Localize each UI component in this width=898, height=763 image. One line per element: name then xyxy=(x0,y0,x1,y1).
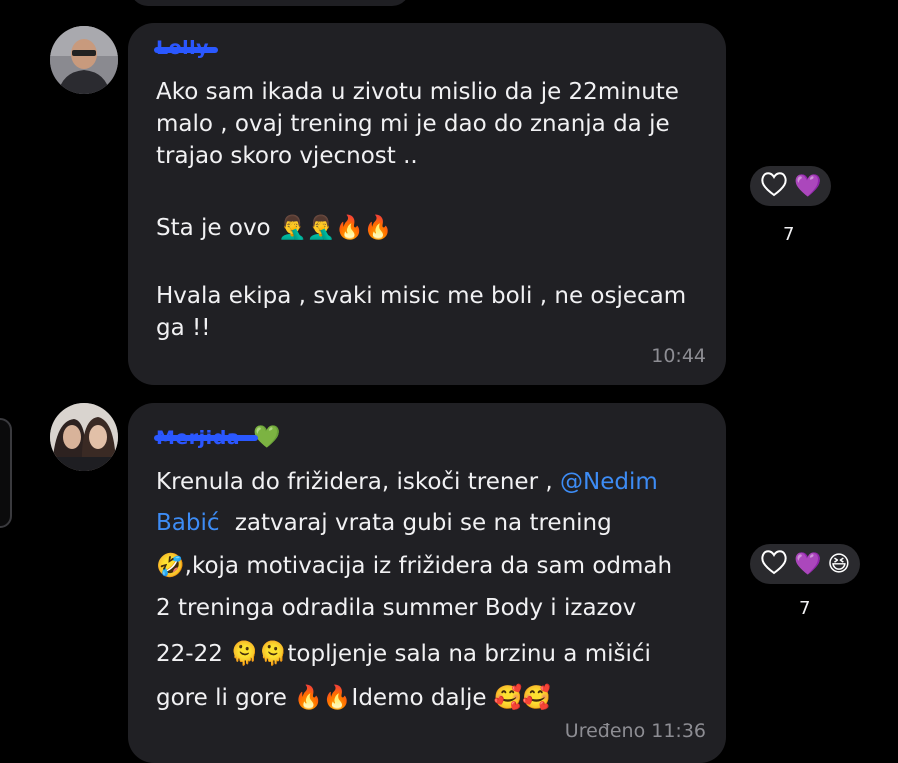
sender-name-redaction xyxy=(154,47,218,53)
reaction-count: 7 xyxy=(783,224,795,245)
reaction-count: 7 xyxy=(799,598,811,619)
heart-outline-icon[interactable] xyxy=(760,171,788,201)
reaction-bar[interactable]: 💜 xyxy=(750,166,832,206)
message-text-line: Hvala ekipa , svaki misic me boli , ne o… xyxy=(156,283,687,309)
panel-resize-handle[interactable] xyxy=(0,418,12,528)
message-bubble[interactable]: Lolly Ako sam ikada u zivotu mislio da j… xyxy=(128,23,726,385)
avatar[interactable] xyxy=(50,403,118,471)
user-mention[interactable]: Babić xyxy=(156,510,220,536)
message-text-line: 22-22 🫠🫠topljenje sala na brzinu a mišić… xyxy=(156,641,651,667)
message-text-line: Krenula do frižidera, iskoči trener , @N… xyxy=(156,469,658,495)
message-text-line: 2 treninga odradila summer Body i izazov xyxy=(156,595,637,621)
user-mention[interactable]: @Nedim xyxy=(560,469,658,495)
message-text-line: trajao skoro vjecnost .. xyxy=(156,143,418,169)
reaction-bar[interactable]: 💜 😆 xyxy=(750,544,861,584)
message-text-line: Ako sam ikada u zivotu mislio da je 22mi… xyxy=(156,79,679,105)
laughing-face-reaction[interactable]: 😆 xyxy=(827,552,850,577)
purple-heart-reaction[interactable]: 💜 xyxy=(794,174,821,199)
previous-message-bubble xyxy=(130,0,410,6)
purple-heart-reaction[interactable]: 💜 xyxy=(794,552,821,577)
sender-name-redaction xyxy=(154,435,258,441)
avatar[interactable] xyxy=(50,26,118,94)
message-text-line: Babić zatvaraj vrata gubi se na trening xyxy=(156,510,612,536)
message-text-line: ga !! xyxy=(156,315,211,341)
message-text-line: Sta je ovo 🤦‍♂️🤦‍♂️🔥🔥 xyxy=(156,215,393,241)
message-text-line: 🤣,koja motivacija iz frižidera da sam od… xyxy=(156,553,673,579)
message-text-line: gore li gore 🔥🔥Idemo dalje 🥰🥰 xyxy=(156,685,552,711)
message-bubble[interactable]: Merjida 💚 Krenula do frižidera, iskoči t… xyxy=(128,403,726,763)
heart-outline-icon[interactable] xyxy=(760,549,788,579)
message-timestamp: 10:44 xyxy=(651,345,706,367)
message-timestamp: Uređeno 11:36 xyxy=(564,720,706,742)
message-text-line: malo , ovaj trening mi je dao do znanja … xyxy=(156,111,670,137)
